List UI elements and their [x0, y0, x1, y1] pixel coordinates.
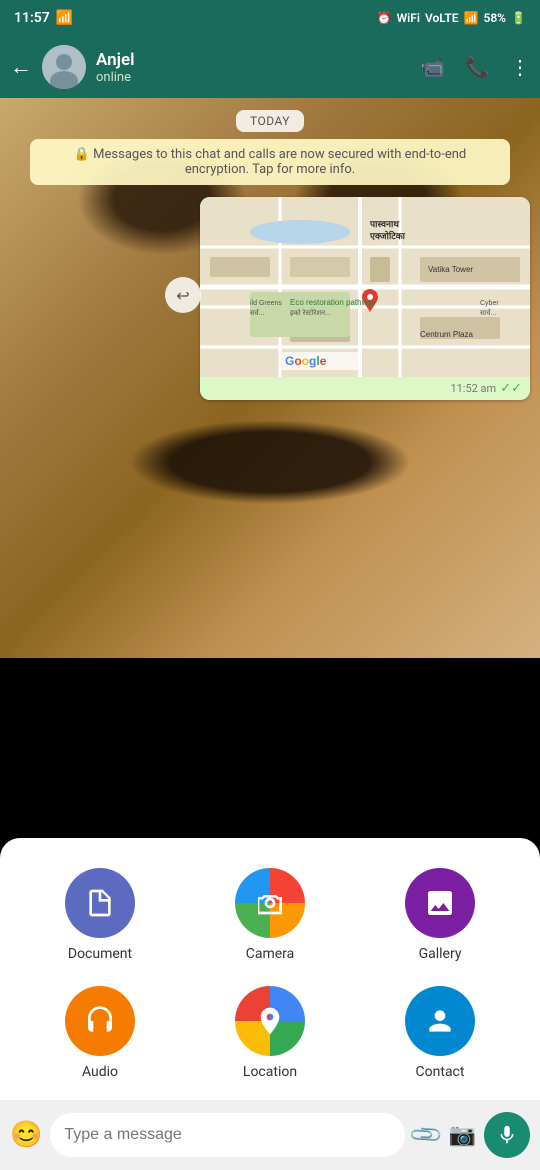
- time-display: 11:57: [14, 10, 50, 26]
- header-actions: 📹 📞 ⋮: [420, 55, 530, 79]
- message-time: 11:52 am: [450, 382, 496, 395]
- svg-text:Vatika Tower: Vatika Tower: [428, 265, 473, 274]
- attachment-grid: Document Camera Gallery: [20, 868, 520, 1080]
- camera-icon-circle: [235, 868, 305, 938]
- date-badge: TODAY: [10, 110, 530, 129]
- contact-info[interactable]: Anjel online: [96, 50, 410, 85]
- voice-call-button[interactable]: 📞: [465, 55, 490, 79]
- location-label: Location: [243, 1064, 297, 1080]
- document-label: Document: [68, 946, 132, 962]
- camera-label: Camera: [246, 946, 295, 962]
- network-icon: 📶: [464, 11, 479, 25]
- svg-text:एक्जोटिका: एक्जोटिका: [369, 230, 406, 241]
- attachment-panel: Document Camera Gallery: [0, 838, 540, 1100]
- audio-label: Audio: [82, 1064, 118, 1080]
- svg-text:Eco restoration pathway: Eco restoration pathway: [290, 298, 376, 307]
- map-footer: 11:52 am ✓✓: [200, 377, 530, 400]
- svg-text:पास्वनाथ: पास्वनाथ: [369, 219, 400, 229]
- attach-camera[interactable]: Camera: [190, 868, 350, 962]
- date-label: TODAY: [236, 110, 304, 132]
- signal-label: VoLTE: [425, 11, 459, 25]
- contact-name: Anjel: [96, 50, 410, 70]
- forward-button[interactable]: ↩: [165, 277, 201, 313]
- document-icon-circle: [65, 868, 135, 938]
- attach-location[interactable]: Location: [190, 986, 350, 1080]
- chat-header: ← Anjel online 📹 📞 ⋮: [0, 36, 540, 98]
- svg-text:सार्व...: सार्व...: [480, 308, 496, 317]
- gallery-icon-circle: [405, 868, 475, 938]
- svg-text:Google: Google: [285, 354, 327, 368]
- emoji-button[interactable]: 😊: [10, 1120, 42, 1150]
- video-call-button[interactable]: 📹: [420, 55, 445, 79]
- contact-icon-circle: [405, 986, 475, 1056]
- attach-gallery[interactable]: Gallery: [360, 868, 520, 962]
- svg-text:Centrum Plaza: Centrum Plaza: [420, 330, 473, 339]
- status-bar: 11:57 📶 ⏰ WiFi VoLTE 📶 58% 🔋: [0, 0, 540, 36]
- avatar[interactable]: [42, 45, 86, 89]
- map-message: ↩: [10, 197, 530, 400]
- chat-content: TODAY 🔒 Messages to this chat and calls …: [0, 98, 540, 658]
- svg-text:ild Greens: ild Greens: [250, 300, 282, 307]
- message-input-bar: 😊 📎 📷: [0, 1100, 540, 1170]
- contact-status: online: [96, 70, 410, 85]
- attach-contact[interactable]: Contact: [360, 986, 520, 1080]
- attach-button[interactable]: 📎: [408, 1116, 445, 1153]
- svg-text:इको रेस्टोरेशन...: इको रेस्टोरेशन...: [290, 308, 331, 317]
- audio-icon-circle: [65, 986, 135, 1056]
- message-input[interactable]: [50, 1113, 405, 1157]
- sim-icon: 📶: [56, 10, 73, 26]
- back-button[interactable]: ←: [10, 54, 32, 80]
- contact-label: Contact: [416, 1064, 465, 1080]
- menu-button[interactable]: ⋮: [510, 55, 530, 79]
- encryption-text: 🔒 Messages to this chat and calls are no…: [74, 147, 466, 177]
- map-bubble[interactable]: Google पास्वनाथ एक्जोटिका Eco restoratio…: [200, 197, 530, 400]
- chat-background: TODAY 🔒 Messages to this chat and calls …: [0, 98, 540, 658]
- encryption-notice[interactable]: 🔒 Messages to this chat and calls are no…: [30, 139, 510, 185]
- wifi-icon: WiFi: [397, 11, 420, 25]
- location-icon-circle: [235, 986, 305, 1056]
- attach-document[interactable]: Document: [20, 868, 180, 962]
- attach-audio[interactable]: Audio: [20, 986, 180, 1080]
- status-icons: ⏰ WiFi VoLTE 📶 58% 🔋: [377, 11, 526, 25]
- battery-label: 58%: [483, 11, 506, 25]
- gallery-label: Gallery: [419, 946, 462, 962]
- read-receipt: ✓✓: [500, 381, 522, 396]
- svg-text:सर्व...: सर्व...: [250, 308, 265, 317]
- map-thumbnail: Google पास्वनाथ एक्जोटिका Eco restoratio…: [200, 197, 530, 377]
- mic-button[interactable]: [484, 1112, 530, 1158]
- svg-text:Cyber: Cyber: [480, 300, 499, 307]
- battery-icon: 🔋: [511, 11, 526, 25]
- status-time: 11:57 📶: [14, 10, 73, 26]
- camera-input-button[interactable]: 📷: [449, 1123, 476, 1148]
- alarm-icon: ⏰: [377, 11, 392, 25]
